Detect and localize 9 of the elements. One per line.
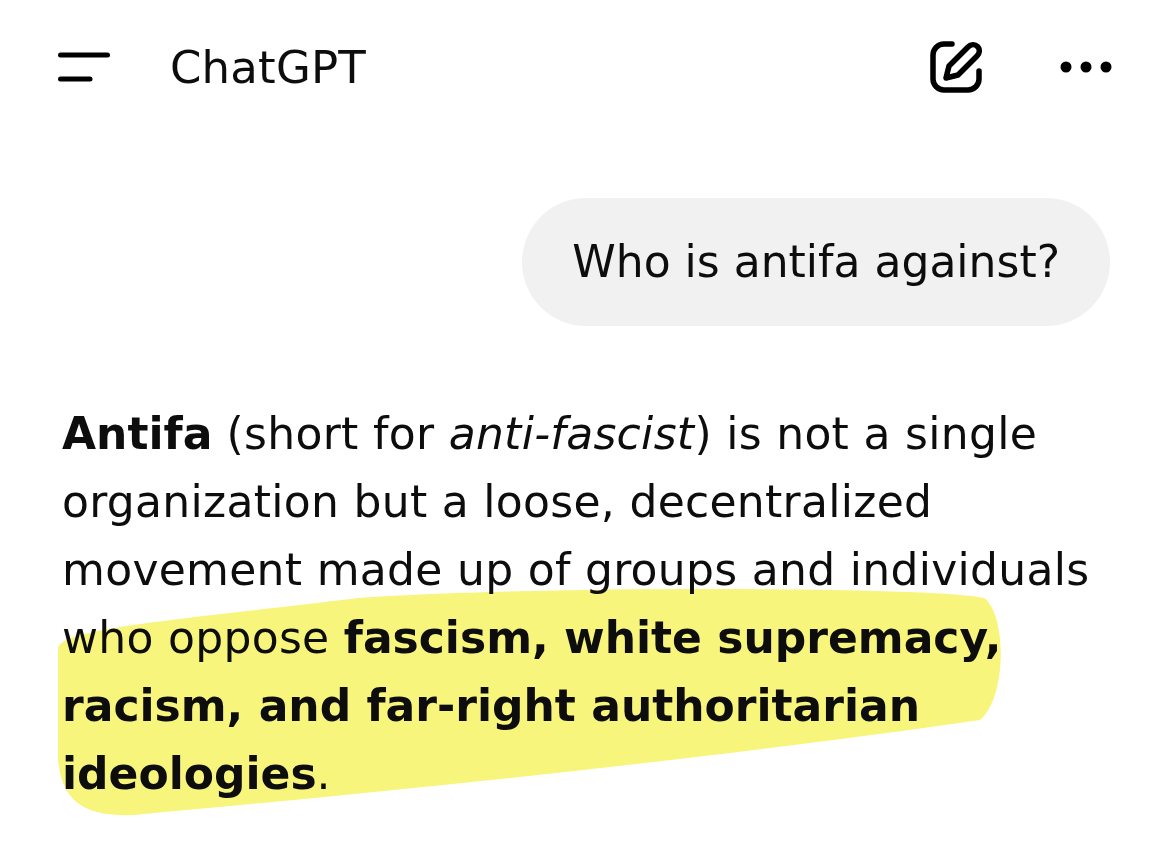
assistant-response: Antifa (short for anti-fascist) is not a single organization but a loose, decentralized movement made up of groups and individuals who oppose fascism, white supremacy, racism, and far-right authoritarian ideologies. xyxy=(62,407,1091,801)
more-button[interactable] xyxy=(1060,61,1112,73)
app-title: ChatGPT xyxy=(170,44,367,90)
more-icon xyxy=(1060,61,1112,73)
new-chat-button[interactable] xyxy=(930,41,982,93)
menu-icon xyxy=(58,52,110,82)
menu-button[interactable] xyxy=(58,52,110,82)
user-message-bubble: Who is antifa against? xyxy=(522,198,1110,326)
edit-icon xyxy=(930,41,982,93)
